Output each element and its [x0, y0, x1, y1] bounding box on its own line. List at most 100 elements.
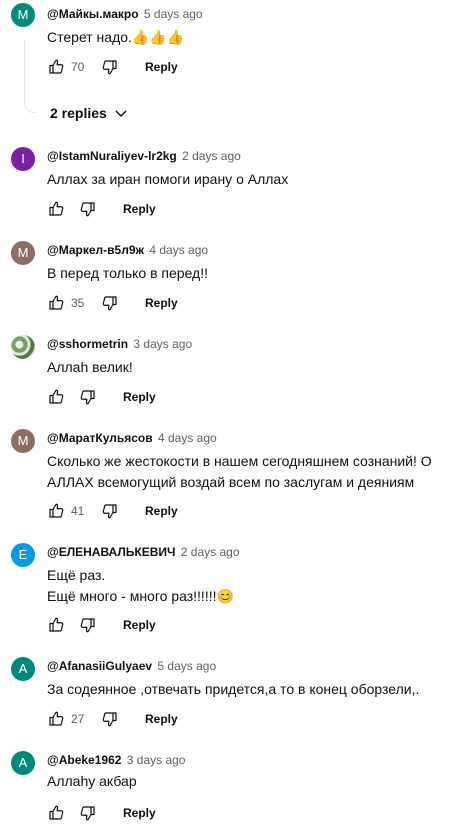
dislike-button[interactable]: [101, 58, 119, 76]
comment-header: @IstamNuraliyev-lr2kg 2 days ago: [47, 148, 241, 164]
comment-actions: Reply: [47, 388, 447, 406]
comment-header: @ЕЛЕНАВАЛЬКЕВИЧ 2 days ago: [47, 544, 240, 560]
comment-line: Аллах за иран помоги ирану о Аллах: [47, 171, 289, 187]
thumbs-up-icon: [49, 711, 64, 726]
timestamp[interactable]: 4 days ago: [158, 431, 217, 445]
dislike-button[interactable]: [79, 804, 97, 822]
comment-header: @sshormetrin 3 days ago: [47, 336, 192, 352]
dislike-button[interactable]: [101, 294, 119, 312]
like-button[interactable]: [47, 502, 65, 520]
comment-header: @Маркел-в5л9ж 4 days ago: [47, 242, 208, 258]
avatar[interactable]: [11, 335, 35, 359]
thumbs-up-icon: [49, 617, 64, 632]
like-button[interactable]: [47, 804, 65, 822]
like-button[interactable]: [47, 58, 65, 76]
comment-line: Ещё много - много раз!!!!!!😊: [47, 588, 234, 604]
comment-line: Сколько же жестокости в нашем сегодняшне…: [47, 453, 432, 469]
avatar[interactable]: A: [11, 751, 35, 775]
avatar[interactable]: M: [11, 3, 35, 27]
author-name[interactable]: @sshormetrin: [47, 337, 128, 351]
comment-actions: 70 Reply: [47, 58, 447, 76]
comment-line: Аллah велик!: [47, 359, 133, 375]
reply-button[interactable]: Reply: [145, 503, 178, 519]
thumbs-down-icon: [80, 806, 95, 821]
timestamp[interactable]: 5 days ago: [157, 659, 216, 673]
comment-header: @Майкы.макро 5 days ago: [47, 6, 203, 22]
avatar[interactable]: E: [11, 543, 35, 567]
comment-text: За содеянное ,отвечать придется,а то в к…: [47, 679, 467, 700]
avatar[interactable]: M: [11, 241, 35, 265]
like-button[interactable]: [47, 616, 65, 634]
reply-button[interactable]: Reply: [123, 389, 156, 405]
reply-button[interactable]: Reply: [123, 617, 156, 633]
author-name[interactable]: @МаратКульясов: [47, 431, 153, 445]
timestamp[interactable]: 2 days ago: [181, 545, 240, 559]
comment-actions: Reply: [47, 616, 447, 634]
comment-text: В перед только в перед!!: [47, 263, 467, 284]
timestamp[interactable]: 5 days ago: [144, 7, 203, 21]
reply-button[interactable]: Reply: [145, 59, 178, 75]
chevron-down-icon: [115, 110, 127, 117]
reply-button[interactable]: Reply: [123, 805, 156, 821]
comment-header: @Abeke1962 3 days ago: [47, 752, 185, 768]
comment-header: @МаратКульясов 4 days ago: [47, 430, 217, 446]
comment-actions: 35 Reply: [47, 294, 447, 312]
dislike-button[interactable]: [101, 710, 119, 728]
reply-button[interactable]: Reply: [145, 295, 178, 311]
thread-line: [24, 40, 25, 102]
thumbs-up-icon: [49, 503, 64, 518]
comment-actions: Reply: [47, 804, 447, 822]
dislike-button[interactable]: [79, 388, 97, 406]
author-name[interactable]: @AfanasiiGulyaev: [47, 659, 152, 673]
author-name[interactable]: @IstamNuraliyev-lr2kg: [47, 149, 177, 163]
like-count: 70: [71, 60, 85, 74]
comment-line: Стерет надо.👍👍👍: [47, 29, 185, 45]
thumbs-down-icon: [102, 296, 117, 311]
like-button[interactable]: [47, 294, 65, 312]
comment-header: @AfanasiiGulyaev 5 days ago: [47, 658, 216, 674]
like-count: 27: [71, 712, 85, 726]
reply-button[interactable]: Reply: [123, 201, 156, 217]
comment-line: В перед только в перед!!: [47, 265, 208, 281]
thumbs-up-icon: [49, 201, 64, 216]
timestamp[interactable]: 2 days ago: [182, 149, 241, 163]
dislike-button[interactable]: [79, 616, 97, 634]
comment-actions: Reply: [47, 200, 447, 218]
like-button[interactable]: [47, 388, 65, 406]
thumbs-up-icon: [49, 295, 64, 310]
like-button[interactable]: [47, 710, 65, 728]
comment-line: За содеянное ,отвечать придется,а то в к…: [47, 681, 420, 697]
comment-line: Аллаhу акбар: [47, 773, 137, 789]
timestamp[interactable]: 3 days ago: [133, 337, 192, 351]
thumbs-up-icon: [49, 59, 64, 74]
like-button[interactable]: [47, 200, 65, 218]
author-name[interactable]: @Маркел-в5л9ж: [47, 243, 144, 257]
comment-line: АЛЛАХ всемогущий воздай всем по заслугам…: [47, 474, 415, 490]
timestamp[interactable]: 4 days ago: [149, 243, 208, 257]
timestamp[interactable]: 3 days ago: [127, 753, 186, 767]
comment-text: Аллах за иран помоги ирану о Аллах: [47, 169, 467, 190]
thumbs-up-icon: [49, 805, 64, 820]
thread-connector: [24, 101, 36, 113]
comment-text: Ещё раз. Ещё много - много раз!!!!!!😊: [47, 565, 467, 607]
like-count: 41: [71, 504, 85, 518]
comment-text: Аллah велик!: [47, 357, 467, 378]
avatar[interactable]: I: [11, 147, 35, 171]
thumbs-down-icon: [102, 60, 117, 75]
thumbs-down-icon: [80, 202, 95, 217]
replies-label: 2 replies: [50, 105, 107, 121]
thumbs-down-icon: [102, 504, 117, 519]
author-name[interactable]: @Майкы.макро: [47, 7, 139, 21]
dislike-button[interactable]: [101, 502, 119, 520]
reply-button[interactable]: Reply: [145, 711, 178, 727]
avatar[interactable]: A: [11, 657, 35, 681]
like-count: 35: [71, 296, 85, 310]
comment-actions: 27 Reply: [47, 710, 447, 728]
avatar[interactable]: M: [11, 429, 35, 453]
author-name[interactable]: @ЕЛЕНАВАЛЬКЕВИЧ: [47, 545, 175, 559]
thumbs-down-icon: [80, 618, 95, 633]
dislike-button[interactable]: [79, 200, 97, 218]
author-name[interactable]: @Abeke1962: [47, 753, 121, 767]
view-replies-button[interactable]: 2 replies: [50, 104, 127, 122]
comment-text: Аллаhу акбар: [47, 771, 467, 792]
